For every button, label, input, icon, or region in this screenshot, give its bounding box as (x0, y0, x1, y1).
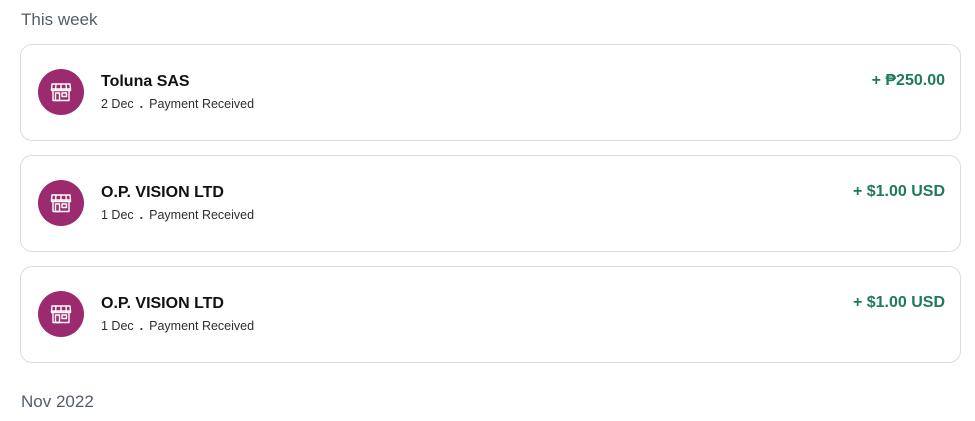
transaction-amount: + $1.00 USD (852, 183, 945, 200)
merchant-name: O.P. VISION LTD (101, 184, 224, 201)
merchant-avatar (38, 291, 84, 337)
transaction-card[interactable]: Toluna SAS 2 Dec. Payment Received + ₱250… (20, 44, 961, 141)
section-heading-nov-2022: Nov 2022 (21, 392, 94, 411)
merchant-avatar (38, 69, 84, 115)
meta-separator: . (139, 319, 144, 333)
transaction-card[interactable]: O.P. VISION LTD 1 Dec. Payment Received +… (20, 155, 961, 252)
transaction-card[interactable]: O.P. VISION LTD 1 Dec. Payment Received +… (20, 266, 961, 363)
merchant-name: O.P. VISION LTD (101, 295, 224, 312)
merchant-avatar (38, 180, 84, 226)
transaction-status: Payment Received (149, 97, 255, 111)
transaction-amount: + ₱250.00 (871, 72, 945, 89)
section-heading-this-week: This week (21, 10, 98, 29)
transaction-meta: 1 Dec. Payment Received (101, 318, 254, 334)
transaction-meta: 2 Dec. Payment Received (101, 96, 254, 112)
transaction-date: 1 Dec (101, 208, 134, 222)
transaction-status: Payment Received (149, 208, 255, 222)
storefront-icon (49, 80, 73, 104)
transaction-date: 2 Dec (101, 97, 134, 111)
activity-page: This week Toluna SAS 2 Dec. Payment Recei… (0, 0, 975, 421)
storefront-icon (49, 191, 73, 215)
meta-separator: . (139, 97, 144, 111)
storefront-icon (49, 302, 73, 326)
meta-separator: . (139, 208, 144, 222)
merchant-name: Toluna SAS (101, 73, 190, 90)
transaction-meta: 1 Dec. Payment Received (101, 207, 254, 223)
transaction-date: 1 Dec (101, 319, 134, 333)
transaction-status: Payment Received (149, 319, 255, 333)
transaction-amount: + $1.00 USD (852, 294, 945, 311)
